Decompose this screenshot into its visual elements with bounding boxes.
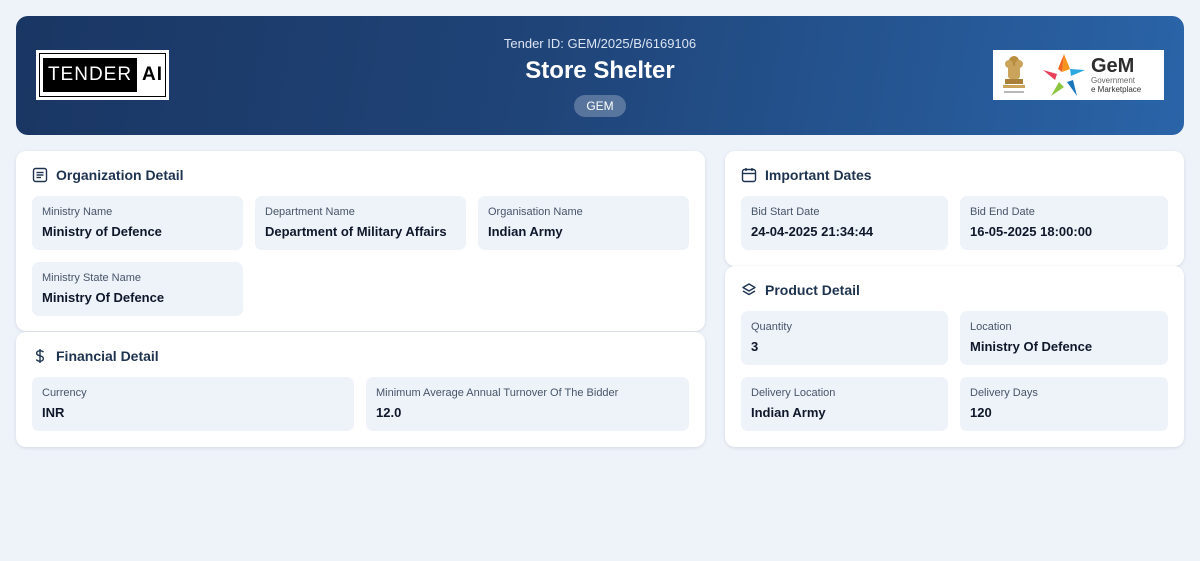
field-label: Delivery Location (751, 387, 836, 399)
national-emblem-icon (1003, 56, 1025, 93)
field-value: Indian Army (751, 405, 826, 420)
product-detail-card: Product Detail Quantity 3 Location Minis… (725, 266, 1184, 447)
field-value: 3 (751, 339, 759, 354)
field-value: 12.0 (376, 405, 402, 420)
field-label: Bid End Date (970, 206, 1035, 218)
field-label: Location (970, 321, 1012, 333)
field-value: Ministry of Defence (42, 224, 162, 239)
field-label: Organisation Name (488, 206, 583, 218)
field-label: Delivery Days (970, 387, 1038, 399)
source-badge: GEM (574, 95, 626, 117)
card-title: Financial Detail (56, 348, 159, 364)
field-label: Ministry Name (42, 206, 113, 218)
field-label: Ministry State Name (42, 272, 142, 284)
field-ministry-name: Ministry Name Ministry of Defence (32, 196, 243, 250)
field-value: Department of Military Affairs (265, 224, 447, 239)
gem-logo: GeM Government e Marketplace (993, 50, 1164, 100)
field-quantity: Quantity 3 (741, 311, 948, 365)
document-list-icon (32, 167, 48, 183)
gem-subtitle-1: Government (1091, 76, 1136, 85)
field-delivery-days: Delivery Days 120 (960, 377, 1168, 431)
field-value: 24-04-2025 21:34:44 (751, 224, 874, 239)
field-value: Ministry Of Defence (970, 339, 1093, 354)
field-location: Location Ministry Of Defence (960, 311, 1168, 365)
field-department-name: Department Name Department of Military A… (255, 196, 466, 250)
gem-subtitle-2: e Marketplace (1091, 85, 1142, 94)
field-bid-end-date: Bid End Date 16-05-2025 18:00:00 (960, 196, 1168, 250)
field-label: Department Name (265, 206, 355, 218)
card-title: Important Dates (765, 167, 872, 183)
field-label: Minimum Average Annual Turnover Of The B… (376, 387, 619, 399)
field-value: INR (42, 405, 65, 420)
field-currency: Currency INR (32, 377, 354, 431)
financial-detail-card: Financial Detail Currency INR Minimum Av… (16, 332, 705, 447)
layers-icon (742, 283, 756, 296)
field-value: 16-05-2025 18:00:00 (970, 224, 1093, 239)
card-title: Product Detail (765, 282, 860, 298)
field-label: Currency (42, 387, 87, 399)
dollar-icon (35, 349, 45, 363)
field-delivery-location: Delivery Location Indian Army (741, 377, 948, 431)
tender-id: Tender ID: GEM/2025/B/6169106 (503, 36, 697, 51)
important-dates-card: Important Dates Bid Start Date 24-04-202… (725, 151, 1184, 266)
card-title: Organization Detail (56, 167, 184, 183)
field-label: Bid Start Date (751, 206, 820, 218)
field-value: Ministry Of Defence (42, 290, 165, 305)
field-value: 120 (970, 405, 992, 420)
tender-header: TENDER AI Tender ID: GEM/2025/B/6169106 … (16, 16, 1184, 135)
gem-wordmark: GeM (1091, 55, 1135, 77)
field-minimum-turnover: Minimum Average Annual Turnover Of The B… (366, 377, 689, 431)
calendar-icon (741, 168, 757, 183)
field-label: Quantity (751, 321, 792, 333)
field-ministry-state-name: Ministry State Name Ministry Of Defence (32, 262, 243, 316)
gem-star-icon (1043, 54, 1085, 96)
field-organisation-name: Organisation Name Indian Army (478, 196, 689, 250)
field-value: Indian Army (488, 224, 563, 239)
organization-detail-card: Organization Detail Ministry Name Minist… (16, 151, 705, 331)
field-bid-start-date: Bid Start Date 24-04-2025 21:34:44 (741, 196, 948, 250)
